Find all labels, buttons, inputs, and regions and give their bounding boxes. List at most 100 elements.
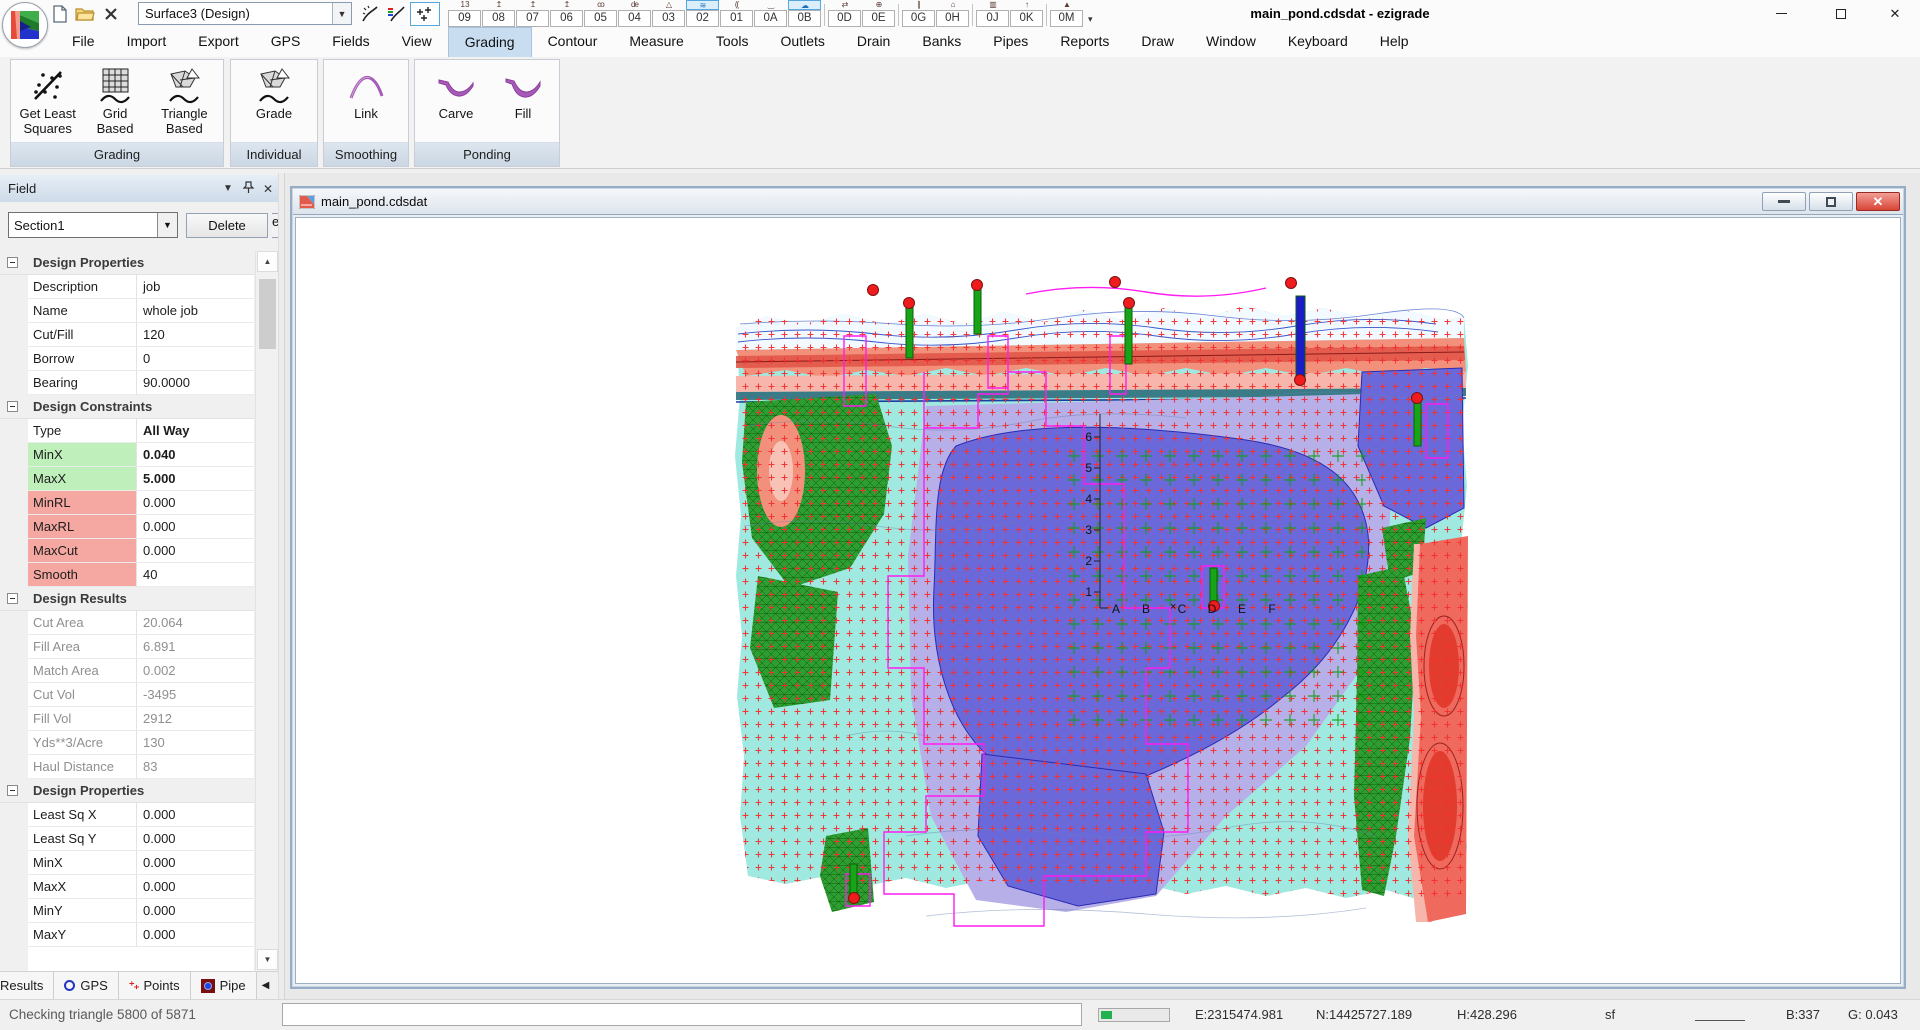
grid-row-value[interactable]: 0.000: [137, 875, 254, 899]
toolbar-button-0M[interactable]: ▲0M: [1050, 0, 1083, 27]
panel-close-icon[interactable]: ✕: [258, 182, 278, 196]
menu-item-measure[interactable]: Measure: [613, 27, 699, 57]
menu-item-reports[interactable]: Reports: [1044, 27, 1125, 57]
grid-row-value[interactable]: job: [137, 275, 254, 299]
surface-selector-dropdown[interactable]: Surface3 (Design) ▼: [138, 2, 352, 25]
menu-item-contour[interactable]: Contour: [532, 27, 614, 57]
toolbar-button-0K[interactable]: ↑0K: [1010, 0, 1043, 27]
grid-section-design-results[interactable]: Design Results: [0, 587, 254, 611]
toolbar-overflow-button[interactable]: ▾: [1088, 14, 1093, 25]
panel-tab-results[interactable]: Results: [0, 972, 54, 999]
grid-section-design-properties[interactable]: Design Properties: [0, 251, 254, 275]
points-tool-button[interactable]: [410, 2, 440, 26]
menu-item-grading[interactable]: Grading: [448, 27, 532, 57]
vertical-splitter[interactable]: [278, 173, 285, 999]
panel-tab-points[interactable]: ⁺₊Points: [119, 972, 191, 999]
grid-row-value[interactable]: All Way: [137, 419, 254, 443]
grid-row-value[interactable]: 0.000: [137, 827, 254, 851]
grid-row-value[interactable]: -3495: [137, 683, 254, 707]
toolbar-button-0E[interactable]: ⊕0E: [862, 0, 895, 27]
toolbar-button-0J[interactable]: ▥0J: [976, 0, 1009, 27]
menu-item-import[interactable]: Import: [111, 27, 183, 57]
menu-item-window[interactable]: Window: [1190, 27, 1272, 57]
collapse-icon[interactable]: [7, 785, 18, 796]
toolbar-button-0H[interactable]: ⌂0H: [936, 0, 969, 27]
grid-row-value[interactable]: 130: [137, 731, 254, 755]
toolbar-button-0G[interactable]: ∥0G: [902, 0, 935, 27]
panel-tab-pipe[interactable]: Pipe: [191, 972, 257, 999]
doc-minimize-button[interactable]: [1762, 192, 1806, 211]
grid-section-design-constraints[interactable]: Design Constraints: [0, 395, 254, 419]
collapse-icon[interactable]: [7, 593, 18, 604]
panel-tab-gps[interactable]: GPS: [54, 972, 118, 999]
grid-row-value[interactable]: 0.040: [137, 443, 254, 467]
doc-restore-button[interactable]: [1809, 192, 1853, 211]
property-grid-scrollbar[interactable]: ▲ ▼: [255, 251, 278, 971]
grid-row-value[interactable]: 0.000: [137, 851, 254, 875]
grid-row-value[interactable]: 0.000: [137, 899, 254, 923]
toolbar-button-05[interactable]: co05: [584, 0, 617, 27]
pin-icon[interactable]: [238, 181, 258, 197]
panel-menu-chevron-icon[interactable]: ▼: [218, 183, 238, 194]
scrollbar-thumb[interactable]: [259, 279, 276, 349]
chevron-down-icon[interactable]: ▼: [332, 3, 351, 24]
menu-item-tools[interactable]: Tools: [700, 27, 765, 57]
grid-row-value[interactable]: 120: [137, 323, 254, 347]
close-file-button[interactable]: [99, 3, 122, 25]
toolbar-button-01[interactable]: ((01: [720, 0, 753, 27]
toolbar-button-02[interactable]: ≋02: [686, 0, 719, 27]
menu-item-gps[interactable]: GPS: [255, 27, 317, 57]
toolbar-button-06[interactable]: ↥06: [550, 0, 583, 27]
ribbon-button-carve[interactable]: Carve: [420, 64, 492, 121]
document-window-titlebar[interactable]: main_pond.cdsdat ✕: [293, 189, 1903, 215]
menu-item-outlets[interactable]: Outlets: [765, 27, 841, 57]
map-canvas[interactable]: 6 5 4 3 2 1 A B C D E F ×: [295, 217, 1901, 984]
toolbar-button-03[interactable]: △03: [652, 0, 685, 27]
toolbar-button-0B[interactable]: ☁0B: [788, 0, 821, 27]
grid-row-value[interactable]: 90.0000: [137, 371, 254, 395]
menu-item-drain[interactable]: Drain: [841, 27, 906, 57]
toolbar-button-0A[interactable]: ‿0A: [754, 0, 787, 27]
grid-row-value[interactable]: 0.002: [137, 659, 254, 683]
app-logo[interactable]: [2, 2, 48, 48]
toolbar-button-04[interactable]: de04: [618, 0, 651, 27]
ribbon-button-grade[interactable]: Grade: [233, 64, 315, 121]
grid-row-value[interactable]: 83: [137, 755, 254, 779]
menu-item-help[interactable]: Help: [1364, 27, 1425, 57]
color-contour-button[interactable]: [384, 3, 407, 25]
minimize-button[interactable]: [1758, 0, 1804, 27]
grid-row-value[interactable]: 0.000: [137, 539, 254, 563]
menu-item-banks[interactable]: Banks: [906, 27, 977, 57]
toolbar-button-08[interactable]: ↥08: [482, 0, 515, 27]
menu-item-fields[interactable]: Fields: [316, 27, 385, 57]
grid-row-value[interactable]: 6.891: [137, 635, 254, 659]
collapse-icon[interactable]: [7, 257, 18, 268]
chevron-down-icon[interactable]: ▼: [157, 213, 177, 237]
grid-row-value[interactable]: 5.000: [137, 467, 254, 491]
grid-row-value[interactable]: whole job: [137, 299, 254, 323]
grid-section-design-properties[interactable]: Design Properties: [0, 779, 254, 803]
terrain-map[interactable]: 6 5 4 3 2 1 A B C D E F ×: [726, 276, 1471, 936]
ribbon-button-grid-based[interactable]: Grid Based: [84, 64, 145, 136]
doc-close-button[interactable]: ✕: [1856, 192, 1900, 211]
grid-row-value[interactable]: 0.000: [137, 923, 254, 947]
menu-item-file[interactable]: File: [56, 27, 111, 57]
toolbar-button-07[interactable]: ↥07: [516, 0, 549, 27]
grid-row-value[interactable]: 40: [137, 563, 254, 587]
menu-item-keyboard[interactable]: Keyboard: [1272, 27, 1364, 57]
menu-item-draw[interactable]: Draw: [1125, 27, 1190, 57]
collapse-icon[interactable]: [7, 401, 18, 412]
ribbon-button-triangle-based[interactable]: Triangle Based: [146, 64, 223, 136]
new-file-button[interactable]: [48, 3, 71, 25]
grid-row-value[interactable]: 2912: [137, 707, 254, 731]
section-dropdown[interactable]: Section1 ▼: [8, 212, 178, 238]
close-button[interactable]: ✕: [1872, 0, 1918, 27]
grid-row-value[interactable]: 0: [137, 347, 254, 371]
ribbon-button-fill[interactable]: Fill: [492, 64, 554, 121]
grid-row-value[interactable]: 0.000: [137, 515, 254, 539]
toolbar-button-0D[interactable]: ⇄0D: [828, 0, 861, 27]
grid-row-value[interactable]: 0.000: [137, 803, 254, 827]
ribbon-button-get-least-squares[interactable]: Get Least Squares: [11, 64, 84, 136]
delete-button[interactable]: Delete: [186, 213, 268, 238]
scroll-down-button[interactable]: ▼: [257, 949, 278, 970]
